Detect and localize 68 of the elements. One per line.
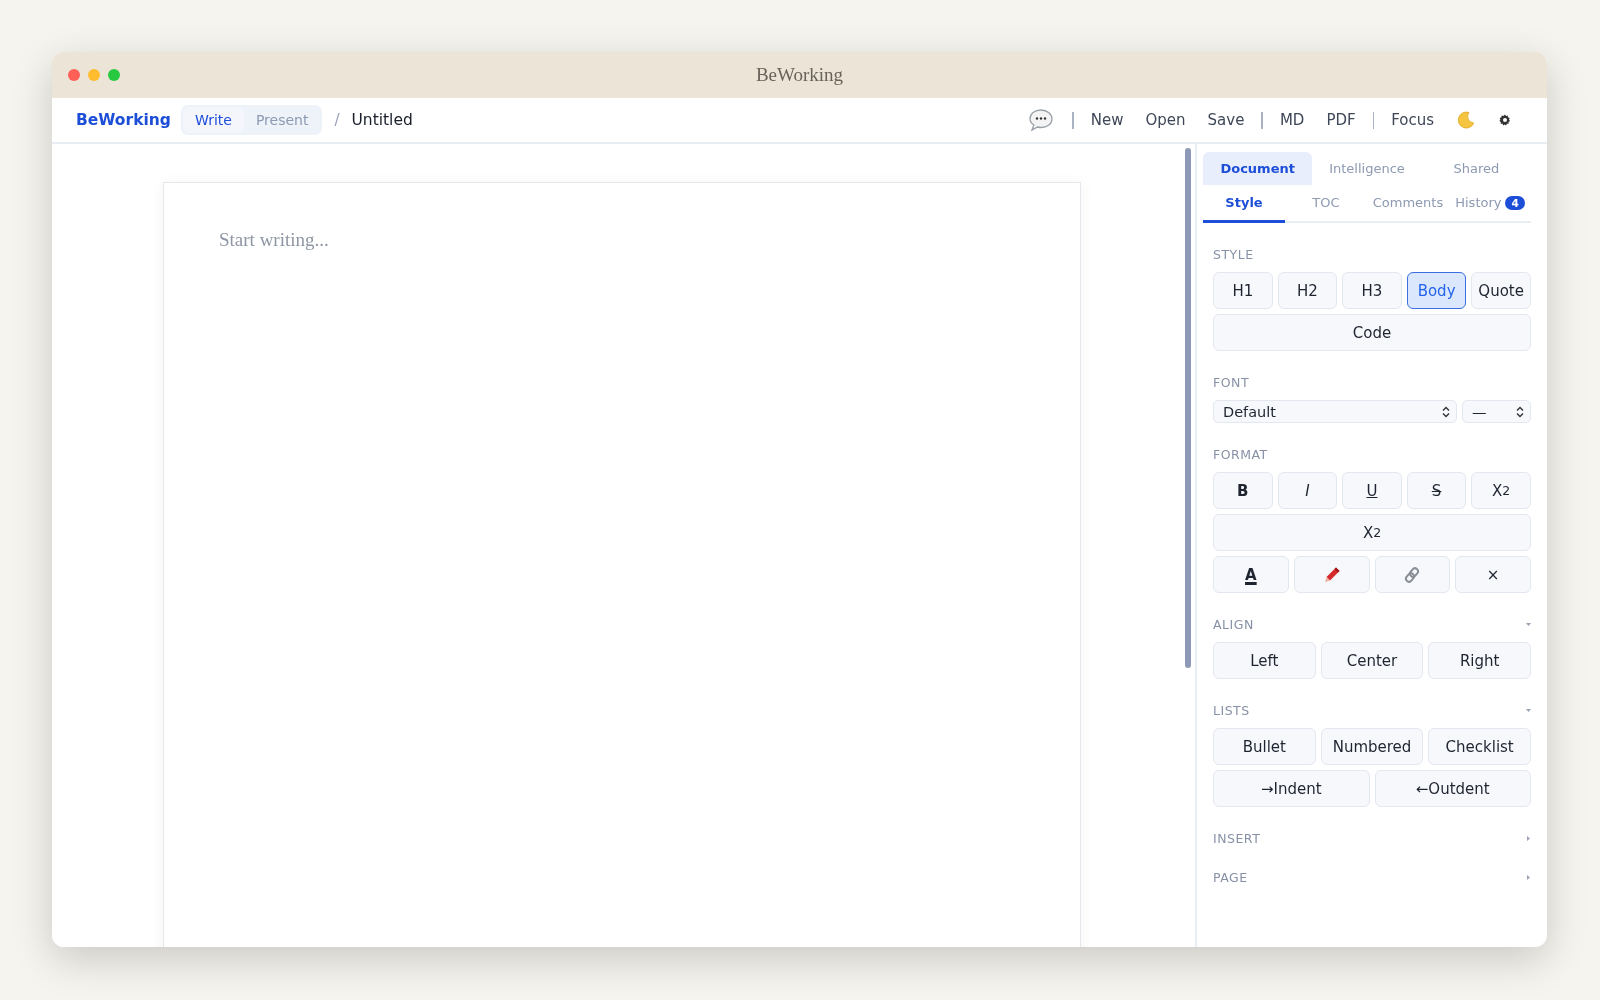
format-button[interactable]: U <box>1342 472 1402 509</box>
section-title: INSERT <box>1213 831 1261 846</box>
link-icon <box>1403 565 1422 584</box>
section-title: FONT <box>1213 375 1249 390</box>
toolbar-button[interactable]: New <box>1079 107 1135 133</box>
app-logo[interactable]: BeWorking <box>76 111 171 129</box>
section-title: LISTS <box>1213 703 1250 718</box>
format-button[interactable]: Left <box>1213 642 1316 679</box>
moon-icon[interactable] <box>1457 111 1475 129</box>
format-button[interactable]: Center <box>1320 642 1424 679</box>
crayon-icon <box>1322 565 1341 584</box>
font-select[interactable]: — <box>1462 400 1531 423</box>
panel-subtab[interactable]: Style <box>1203 185 1285 223</box>
select-value: Default <box>1223 403 1276 420</box>
format-button[interactable]: H1 <box>1213 272 1273 309</box>
up-down-icon <box>1516 405 1524 418</box>
subtab-label: Style <box>1225 195 1263 210</box>
format-button[interactable]: →Indent <box>1213 770 1370 807</box>
link-button[interactable] <box>1374 556 1451 593</box>
toolbar-button[interactable]: Save <box>1196 107 1256 133</box>
format-button[interactable]: Bullet <box>1213 728 1316 765</box>
format-button[interactable]: B <box>1213 472 1273 509</box>
toolbar-button[interactable]: Focus <box>1380 107 1445 133</box>
format-button[interactable]: Numbered <box>1320 728 1424 765</box>
window-title: BeWorking <box>755 64 844 85</box>
format-button[interactable]: ←Outdent <box>1374 770 1531 807</box>
section-title: STYLE <box>1213 247 1254 262</box>
format-button[interactable]: H3 <box>1342 272 1402 309</box>
caret-icon[interactable] <box>1526 836 1531 841</box>
speech-bubble-icon[interactable] <box>1028 108 1055 132</box>
zoom-button[interactable] <box>108 69 120 81</box>
subtab-label: History <box>1455 195 1502 210</box>
minimize-button[interactable] <box>88 69 100 81</box>
section-title: PAGE <box>1213 870 1248 885</box>
format-button[interactable]: I <box>1277 472 1338 509</box>
subtab-label: Comments <box>1372 195 1444 210</box>
mode-tab[interactable]: Write <box>182 107 244 133</box>
panel-tab[interactable]: Document <box>1203 152 1313 185</box>
editor-placeholder: Start writing... <box>219 229 330 251</box>
breadcrumb-separator: / <box>334 111 340 129</box>
caret-icon[interactable] <box>1526 875 1531 880</box>
up-down-icon <box>1442 405 1450 418</box>
section-title: ALIGN <box>1213 617 1254 632</box>
toolbar-button[interactable]: MD <box>1268 107 1316 133</box>
settings-icon[interactable] <box>1499 114 1511 126</box>
format-button[interactable]: Body <box>1406 272 1467 309</box>
format-button[interactable]: H2 <box>1277 272 1338 309</box>
format-button[interactable]: S <box>1406 472 1467 509</box>
format-button[interactable]: Checklist <box>1428 728 1531 765</box>
section-title: FORMAT <box>1213 447 1268 462</box>
caret-icon[interactable] <box>1526 708 1531 713</box>
select-value: — <box>1472 403 1487 420</box>
format-button[interactable]: Code <box>1213 314 1531 351</box>
scrollbar[interactable] <box>1185 148 1191 668</box>
format-button[interactable]: × <box>1455 556 1531 593</box>
subtab-label: TOC <box>1312 195 1340 210</box>
document-title[interactable]: Untitled <box>351 111 413 129</box>
count-badge: 4 <box>1505 195 1525 210</box>
format-button[interactable]: A <box>1213 556 1289 593</box>
font-select[interactable]: Default <box>1213 400 1457 423</box>
toolbar-button[interactable]: PDF <box>1315 107 1367 133</box>
format-button[interactable]: Quote <box>1471 272 1531 309</box>
caret-icon[interactable] <box>1526 622 1531 627</box>
toolbar-button[interactable]: Open <box>1134 107 1197 133</box>
highlight-button[interactable] <box>1293 556 1370 593</box>
format-button[interactable]: Right <box>1428 642 1531 679</box>
close-button[interactable] <box>68 69 80 81</box>
panel-subtab[interactable]: History 4 <box>1449 185 1531 223</box>
